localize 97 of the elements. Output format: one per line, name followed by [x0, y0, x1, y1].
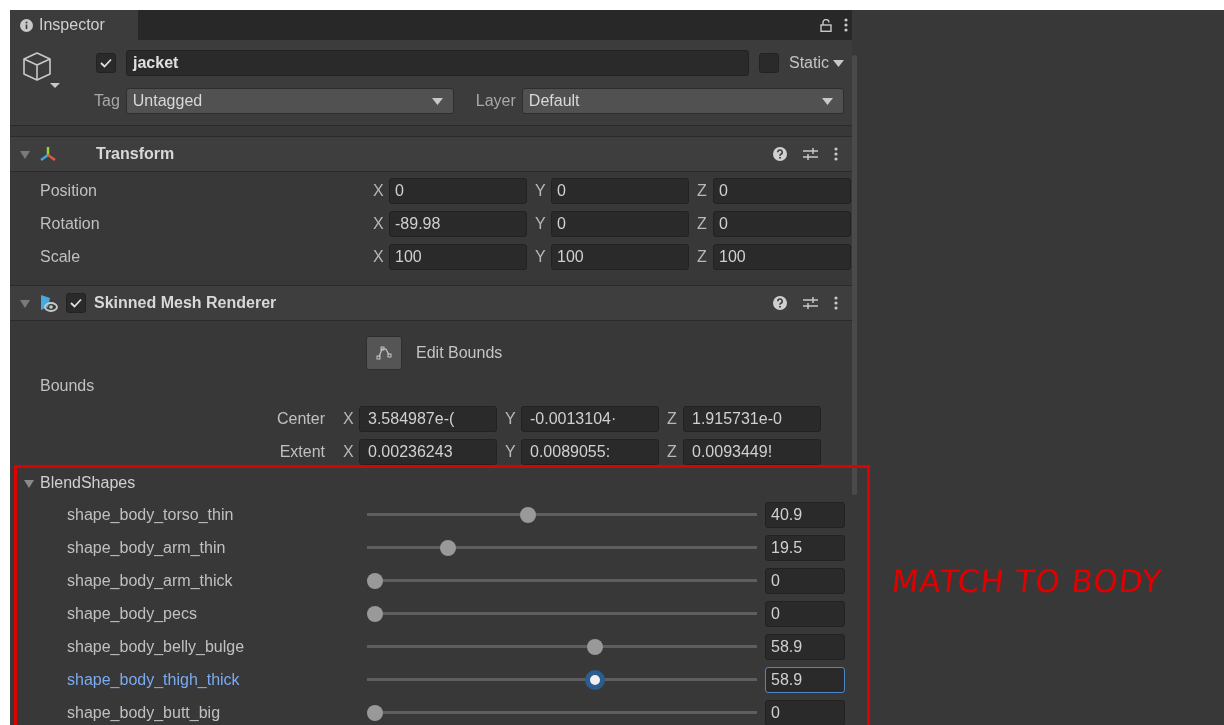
blend-shape-label: shape_body_torso_thin — [66, 505, 235, 524]
number-field[interactable]: 100 — [713, 243, 851, 270]
tag-dropdown[interactable]: Untagged — [125, 88, 454, 114]
blend-shape-label: shape_body_arm_thick — [66, 571, 234, 590]
cube-icon[interactable] — [20, 50, 60, 90]
property-label: Bounds — [39, 376, 96, 395]
enabled-checkbox[interactable] — [66, 293, 86, 313]
number-field[interactable]: 0 — [551, 177, 689, 204]
slider-thumb[interactable] — [367, 704, 383, 721]
more-options-icon[interactable] — [844, 18, 848, 32]
edit-bounds-label: Edit Bounds — [416, 344, 503, 362]
number-field[interactable]: 1.915731e-0 — [683, 405, 821, 432]
slider-thumb[interactable] — [367, 605, 383, 622]
static-checkbox[interactable] — [759, 53, 779, 73]
number-field[interactable]: 0 — [765, 600, 845, 627]
handwritten-note: MATCH TO BODY — [890, 563, 1164, 599]
slider-thumb[interactable] — [587, 638, 604, 655]
blend-shape-label: shape_body_belly_bulge — [66, 637, 246, 656]
component-title: Transform — [96, 145, 175, 163]
axis-label[interactable]: Y — [535, 181, 551, 200]
preset-icon[interactable] — [803, 296, 818, 310]
active-checkbox[interactable] — [96, 53, 116, 73]
layer-dropdown[interactable]: Default — [521, 88, 844, 114]
number-field[interactable]: 40.9 — [765, 501, 845, 528]
axis-label[interactable]: Y — [505, 442, 521, 461]
foldout-icon[interactable] — [20, 298, 30, 308]
axis-label[interactable]: X — [373, 214, 389, 233]
number-field[interactable]: 0 — [765, 567, 845, 594]
section-title[interactable]: BlendShapes — [40, 474, 136, 492]
help-icon[interactable] — [773, 147, 787, 161]
caret-icon — [833, 59, 844, 67]
slider-thumb[interactable] — [587, 671, 604, 688]
number-field[interactable]: 0 — [713, 177, 851, 204]
blend-shape-label: shape_body_pecs — [66, 604, 198, 623]
slider-thumb[interactable] — [367, 572, 383, 589]
component-header[interactable]: Transform — [10, 136, 852, 172]
axis-label[interactable]: X — [373, 181, 389, 200]
edit-bounds-button[interactable] — [366, 336, 402, 370]
axes-icon — [38, 145, 58, 163]
number-field[interactable]: 58.9 — [765, 666, 845, 693]
slider-thumb[interactable] — [439, 539, 456, 556]
axis-label[interactable]: Y — [505, 409, 521, 428]
tag-label: Tag — [94, 92, 120, 110]
axis-label[interactable]: Z — [667, 442, 683, 461]
number-field[interactable]: 0 — [765, 699, 845, 725]
component-title: Skinned Mesh Renderer — [94, 294, 277, 312]
check-icon — [100, 58, 112, 68]
axis-label[interactable]: Z — [697, 214, 713, 233]
slider-thumb[interactable] — [519, 506, 536, 523]
axis-label[interactable]: Y — [535, 214, 551, 233]
more-options-icon[interactable] — [834, 147, 838, 161]
property-label: Extent — [278, 442, 326, 461]
mesh-icon — [38, 293, 58, 313]
property-label: Center — [275, 409, 326, 428]
more-options-icon[interactable] — [834, 296, 838, 310]
number-field[interactable]: 0 — [551, 210, 689, 237]
number-field[interactable]: 100 — [389, 243, 527, 270]
curve-icon — [376, 346, 392, 360]
help-icon[interactable] — [773, 296, 787, 310]
property-label: Rotation — [39, 214, 101, 233]
blend-shape-label: shape_body_butt_big — [66, 703, 222, 722]
axis-label[interactable]: X — [343, 442, 359, 461]
number-field[interactable]: 19.5 — [765, 534, 845, 561]
number-field[interactable]: -89.98 — [389, 210, 527, 237]
axis-label[interactable]: Y — [535, 247, 551, 266]
blend-shape-label: shape_body_arm_thin — [66, 538, 227, 557]
number-field[interactable]: 3.584987e-( — [359, 405, 497, 432]
lock-icon[interactable] — [820, 18, 832, 32]
foldout-icon[interactable] — [20, 149, 30, 159]
axis-label[interactable]: Z — [667, 409, 683, 428]
number-field[interactable]: 0.00236243 — [359, 438, 497, 465]
property-label: Position — [39, 181, 98, 200]
component-header[interactable]: Skinned Mesh Renderer — [10, 285, 852, 321]
axis-label[interactable]: X — [343, 409, 359, 428]
axis-label[interactable]: Z — [697, 181, 713, 200]
foldout-icon[interactable] — [24, 478, 34, 488]
number-field[interactable]: 0 — [389, 177, 527, 204]
layer-label: Layer — [475, 92, 516, 110]
check-icon — [70, 298, 82, 308]
caret-icon — [822, 97, 833, 105]
inspector-tab[interactable]: Inspector — [10, 10, 138, 40]
property-label: Scale — [39, 247, 82, 266]
number-field[interactable]: 58.9 — [765, 633, 845, 660]
axis-label[interactable]: X — [373, 247, 389, 266]
number-field[interactable]: 0.0089055: — [521, 438, 659, 465]
blend-shape-label: shape_body_thigh_thick — [66, 670, 241, 689]
preset-icon[interactable] — [803, 147, 818, 161]
number-field[interactable]: 100 — [551, 243, 689, 270]
axis-label[interactable]: Z — [697, 247, 713, 266]
number-field[interactable]: 0.0093449! — [683, 438, 821, 465]
scrollbar-thumb[interactable] — [852, 55, 857, 495]
name-field[interactable]: jacket — [126, 50, 749, 76]
caret-icon — [431, 97, 443, 105]
info-icon — [20, 18, 33, 32]
static-dropdown[interactable]: Static — [789, 54, 844, 72]
number-field[interactable]: 0 — [713, 210, 851, 237]
number-field[interactable]: -0.0013104· — [521, 405, 659, 432]
